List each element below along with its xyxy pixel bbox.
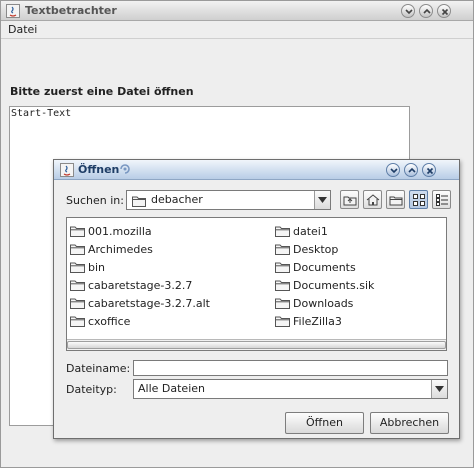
open-dialog: Öffnen Suchen in: debacher 001.mozilla A… — [53, 159, 460, 439]
folder-icon — [275, 315, 290, 330]
file-name: Documents.sik — [293, 279, 375, 292]
file-name: datei1 — [293, 225, 328, 238]
file-name: cxoffice — [88, 315, 131, 328]
folder-icon — [275, 297, 290, 312]
open-button[interactable]: Öffnen — [285, 412, 364, 434]
look-in-label: Suchen in: — [66, 194, 124, 207]
filename-label: Dateiname: — [66, 362, 131, 375]
filetype-combo[interactable]: Alle Dateien — [133, 379, 448, 399]
chevron-down-icon[interactable] — [431, 380, 447, 398]
up-folder-button[interactable] — [340, 190, 359, 209]
dialog-close-button[interactable] — [422, 163, 436, 177]
file-name: 001.mozilla — [88, 225, 152, 238]
folder-icon — [70, 315, 85, 330]
details-view-button[interactable] — [432, 190, 451, 209]
cancel-button[interactable]: Abbrechen — [370, 412, 449, 434]
file-name: Documents — [293, 261, 356, 274]
folder-icon — [132, 195, 146, 210]
java-icon — [6, 4, 20, 21]
home-button[interactable] — [363, 190, 382, 209]
dialog-maximize-button[interactable] — [404, 163, 418, 177]
open-file-prompt: Bitte zuerst eine Datei öffnen — [10, 85, 194, 98]
list-view-button[interactable] — [409, 190, 428, 209]
scrollbar-thumb[interactable] — [67, 341, 446, 349]
dialog-title: Öffnen — [78, 163, 120, 176]
file-name: cabaretstage-3.2.7 — [88, 279, 193, 292]
folder-icon — [70, 297, 85, 312]
folder-icon — [275, 279, 290, 294]
file-name: Archimedes — [88, 243, 153, 256]
folder-icon — [70, 279, 85, 294]
folder-icon — [70, 261, 85, 276]
minimize-button[interactable] — [401, 4, 415, 18]
dialog-minimize-button[interactable] — [386, 163, 400, 177]
menubar: Datei — [1, 21, 473, 39]
new-folder-icon — [389, 196, 403, 206]
look-in-combo[interactable]: debacher — [126, 190, 331, 210]
folder-icon — [70, 243, 85, 258]
file-name: cabaretstage-3.2.7.alt — [88, 297, 210, 310]
new-folder-button[interactable] — [386, 190, 405, 209]
folder-icon — [275, 261, 290, 276]
menu-datei[interactable]: Datei — [8, 23, 37, 36]
file-name: bin — [88, 261, 106, 274]
file-name: FileZilla3 — [293, 315, 342, 328]
java-icon — [60, 163, 74, 180]
file-name: Downloads — [293, 297, 354, 310]
chevron-down-icon[interactable] — [314, 191, 330, 209]
filename-input[interactable] — [133, 360, 448, 376]
file-name: Desktop — [293, 243, 339, 256]
details-view-icon — [436, 194, 448, 206]
home-icon — [366, 194, 380, 206]
filetype-label: Dateityp: — [66, 383, 117, 396]
window-title: Textbetrachter — [25, 4, 117, 17]
up-folder-icon — [343, 196, 357, 206]
swirl-icon — [118, 162, 132, 179]
main-titlebar[interactable]: Textbetrachter — [1, 1, 473, 21]
folder-icon — [275, 225, 290, 240]
list-view-icon — [413, 194, 425, 206]
horizontal-scrollbar[interactable] — [67, 339, 446, 350]
look-in-value: debacher — [151, 193, 203, 206]
close-button[interactable] — [437, 4, 451, 18]
maximize-button[interactable] — [419, 4, 433, 18]
folder-icon — [275, 243, 290, 258]
text-area-content: Start-Text — [11, 108, 72, 119]
file-list[interactable]: 001.mozilla Archimedes bin cabaretstage-… — [66, 217, 447, 351]
filetype-value: Alle Dateien — [138, 382, 205, 395]
folder-icon — [70, 225, 85, 240]
dialog-titlebar[interactable]: Öffnen — [54, 160, 459, 180]
